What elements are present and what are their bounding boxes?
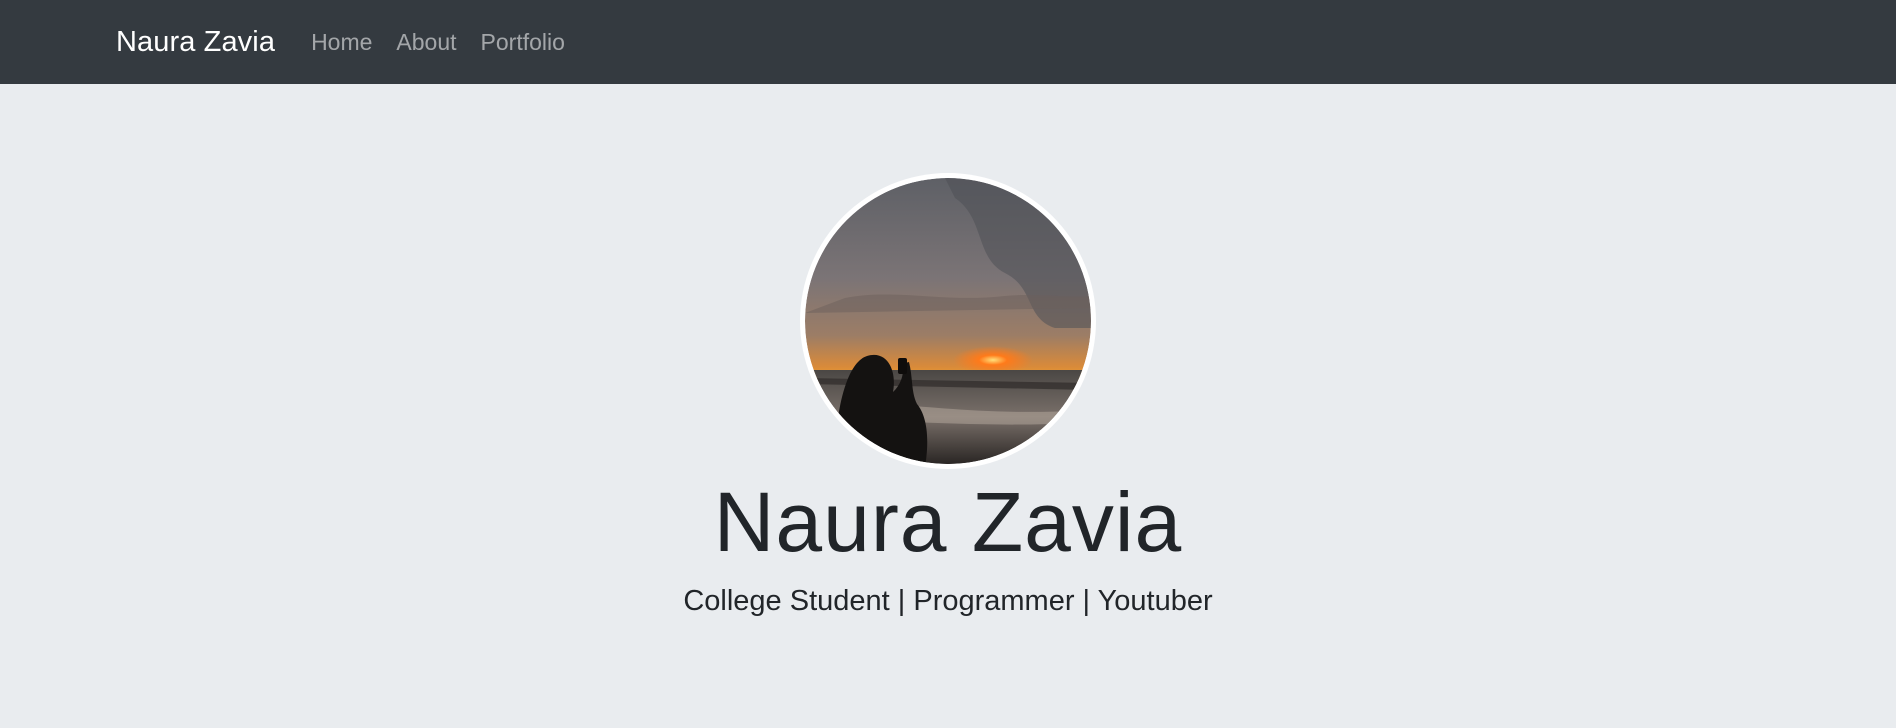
hero-jumbotron: Naura Zavia College Student | Programmer… — [0, 84, 1896, 728]
hero-tagline: College Student | Programmer | Youtuber — [683, 585, 1213, 617]
nav-link-portfolio[interactable]: Portfolio — [469, 29, 577, 56]
avatar-frame — [800, 173, 1096, 469]
hero-name: Naura Zavia — [713, 475, 1183, 569]
nav-links: Home About Portfolio — [295, 29, 577, 56]
nav-link-about[interactable]: About — [384, 29, 468, 56]
top-navbar: Naura Zavia Home About Portfolio — [0, 0, 1896, 84]
avatar — [805, 178, 1091, 464]
nav-link-home[interactable]: Home — [295, 29, 384, 56]
navbar-brand[interactable]: Naura Zavia — [116, 26, 275, 59]
